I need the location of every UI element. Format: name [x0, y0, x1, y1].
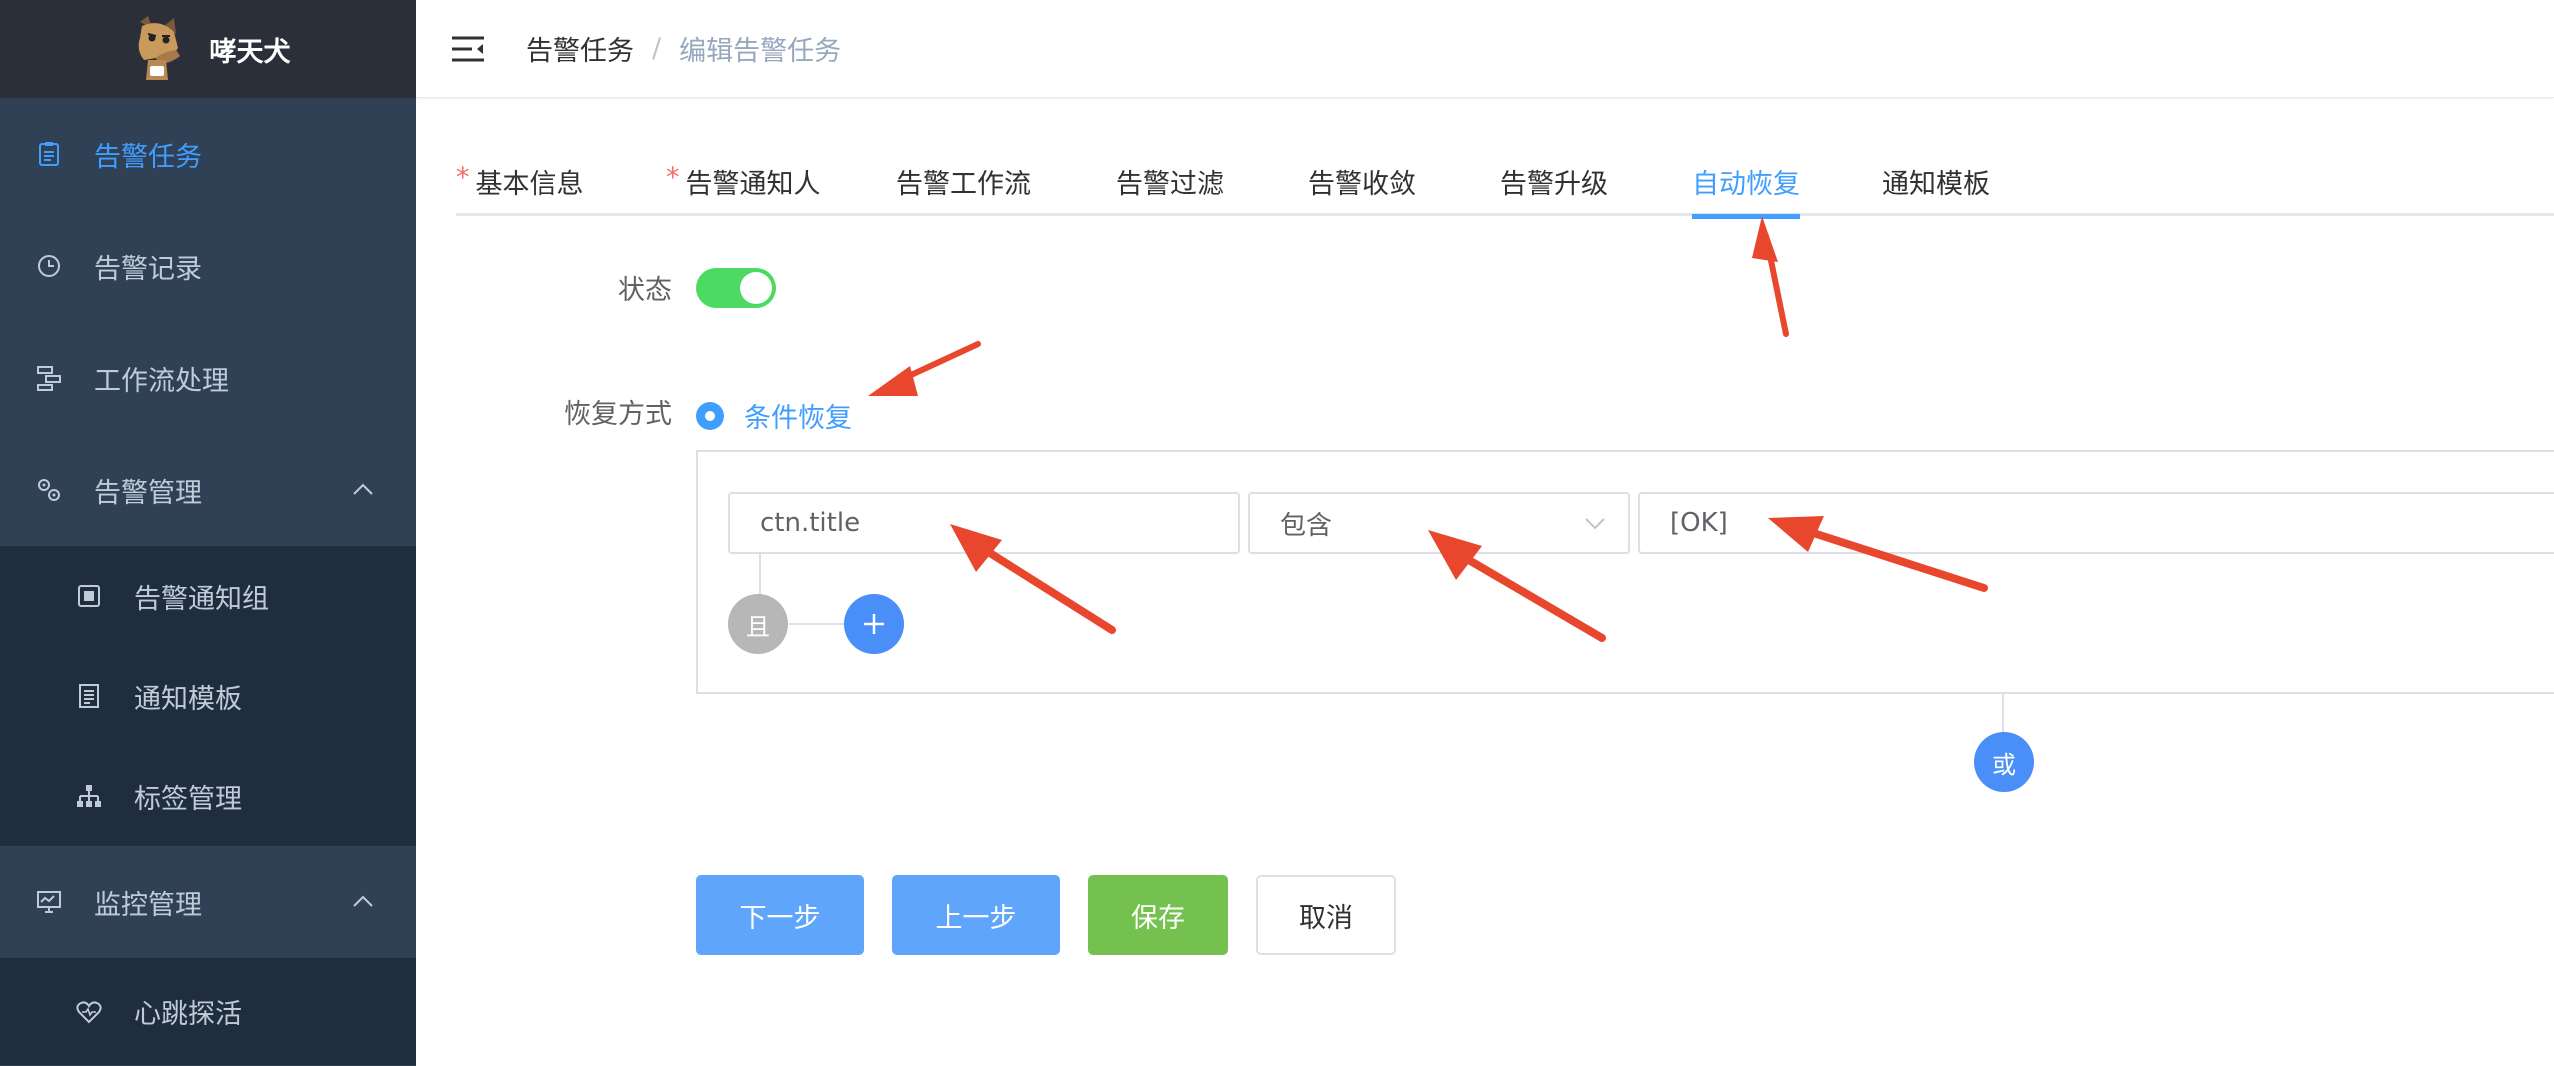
sidebar-item-label: 工作流处理 [94, 365, 229, 397]
sidebar-item-notify-groups[interactable]: 告警通知组 [0, 546, 416, 646]
next-step-button[interactable]: 下一步 [696, 875, 864, 955]
sidebar-item-alert-tasks[interactable]: 告警任务 [0, 98, 416, 210]
hamburger-icon[interactable] [450, 34, 486, 64]
recovery-method-label: 恢复方式 [564, 399, 672, 430]
sidebar-item-label: 告警管理 [94, 477, 202, 509]
sidebar-item-label: 通知模板 [134, 683, 242, 715]
breadcrumb: 告警任务 / 编辑告警任务 [526, 29, 841, 68]
required-mark: * [456, 162, 470, 193]
main-content: 告警任务 / 编辑告警任务 * 基本信息 * 告警通知人 告警工作流 告警过滤 … [416, 0, 2554, 1066]
sidebar-item-label: 告警通知组 [134, 583, 269, 615]
sidebar-item-notify-templates[interactable]: 通知模板 [0, 646, 416, 746]
navbar: 告警任务 / 编辑告警任务 [416, 0, 2554, 98]
condition-operator-select[interactable]: 包含 [1248, 492, 1630, 554]
sidebar-item-alert-records[interactable]: 告警记录 [0, 210, 416, 322]
tab-auto-recovery[interactable]: 自动恢复 [1692, 150, 1800, 219]
tab-label: 自动恢复 [1692, 169, 1800, 200]
dog-logo-icon [138, 16, 180, 80]
sidebar-item-label: 监控管理 [94, 889, 202, 921]
tab-label: 通知模板 [1882, 169, 1990, 200]
brand[interactable]: 哮天犬 [0, 0, 416, 98]
chevron-up-icon [353, 483, 373, 495]
group-icon [76, 583, 102, 609]
connector-line [2002, 694, 2004, 732]
monitor-icon [36, 889, 62, 915]
switch-knob [740, 272, 772, 304]
brand-name: 哮天犬 [209, 36, 291, 68]
tab-convergence[interactable]: 告警收敛 [1308, 150, 1500, 216]
sidebar-item-workflow[interactable]: 工作流处理 [0, 322, 416, 434]
tree-icon [76, 783, 102, 809]
connector-line [789, 623, 845, 625]
tab-label: 告警收敛 [1308, 169, 1416, 200]
condition-match-value: [OK] [1670, 508, 1728, 538]
sidebar: 哮天犬 告警任务 告警记录 工作流处理 告警管理 告警通知组 通知模板 标签管理… [0, 0, 416, 1066]
breadcrumb-current: 编辑告警任务 [679, 36, 842, 67]
condition-value-input[interactable]: [OK] [1638, 492, 2554, 554]
tab-notify-template[interactable]: 通知模板 [1882, 150, 1990, 216]
status-label: 状态 [618, 275, 672, 306]
status-switch[interactable] [696, 268, 776, 308]
sidebar-item-label: 告警记录 [94, 253, 202, 285]
gears-icon [36, 477, 62, 503]
sidebar-item-label: 心跳探活 [134, 999, 242, 1030]
sidebar-item-label: 告警任务 [94, 141, 202, 173]
condition-field-input[interactable]: ctn.title [728, 492, 1240, 554]
condition-operator-value: 包含 [1280, 510, 1333, 541]
plus-icon [864, 614, 884, 634]
clipboard-icon [36, 141, 62, 167]
chevron-up-icon [353, 895, 373, 907]
tab-workflow[interactable]: 告警工作流 [896, 150, 1116, 216]
recovery-radio-condition[interactable]: 条件恢复 [696, 396, 852, 435]
sidebar-item-label: 标签管理 [134, 783, 242, 815]
submenu-alert-management: 告警通知组 通知模板 标签管理 [0, 546, 416, 846]
submenu-monitor-management: 心跳探活 [0, 958, 416, 1065]
add-condition-button[interactable] [844, 594, 904, 654]
clock-icon [36, 253, 62, 279]
tab-label: 告警工作流 [896, 169, 1031, 200]
and-operator-button[interactable]: 且 [728, 594, 788, 654]
required-mark: * [666, 162, 680, 193]
tab-label: 告警升级 [1500, 169, 1608, 200]
sidebar-item-alert-management[interactable]: 告警管理 [0, 434, 416, 546]
template-icon [76, 683, 102, 709]
tab-bar: * 基本信息 * 告警通知人 告警工作流 告警过滤 告警收敛 告警升级 自动恢复… [456, 150, 2554, 219]
condition-field-value: ctn.title [760, 508, 861, 538]
radio-selected-icon [696, 401, 724, 430]
prev-step-button[interactable]: 上一步 [892, 875, 1060, 955]
or-operator-button[interactable]: 或 [1974, 732, 2034, 792]
flow-icon [36, 365, 62, 391]
sidebar-item-monitor-management[interactable]: 监控管理 [0, 846, 416, 958]
tab-notify-users[interactable]: * 告警通知人 [666, 150, 896, 216]
tab-filter[interactable]: 告警过滤 [1116, 150, 1308, 216]
cancel-button[interactable]: 取消 [1256, 875, 1396, 955]
tab-escalation[interactable]: 告警升级 [1500, 150, 1692, 216]
connector-line [759, 554, 761, 598]
tab-label: 基本信息 [475, 169, 584, 200]
condition-group: ctn.title 包含 [OK] 且 [696, 450, 2554, 694]
save-button[interactable]: 保存 [1088, 875, 1228, 955]
tab-label: 告警通知人 [685, 169, 821, 200]
breadcrumb-root[interactable]: 告警任务 [526, 29, 634, 68]
heartbeat-icon [76, 999, 102, 1025]
chevron-down-icon [1585, 518, 1605, 530]
sidebar-item-heartbeat[interactable]: 心跳探活 [0, 958, 416, 1065]
tab-basic-info[interactable]: * 基本信息 [456, 150, 666, 216]
radio-label: 条件恢复 [744, 403, 852, 434]
sidebar-item-tag-management[interactable]: 标签管理 [0, 746, 416, 846]
tab-label: 告警过滤 [1116, 169, 1224, 200]
breadcrumb-separator: / [652, 33, 662, 64]
